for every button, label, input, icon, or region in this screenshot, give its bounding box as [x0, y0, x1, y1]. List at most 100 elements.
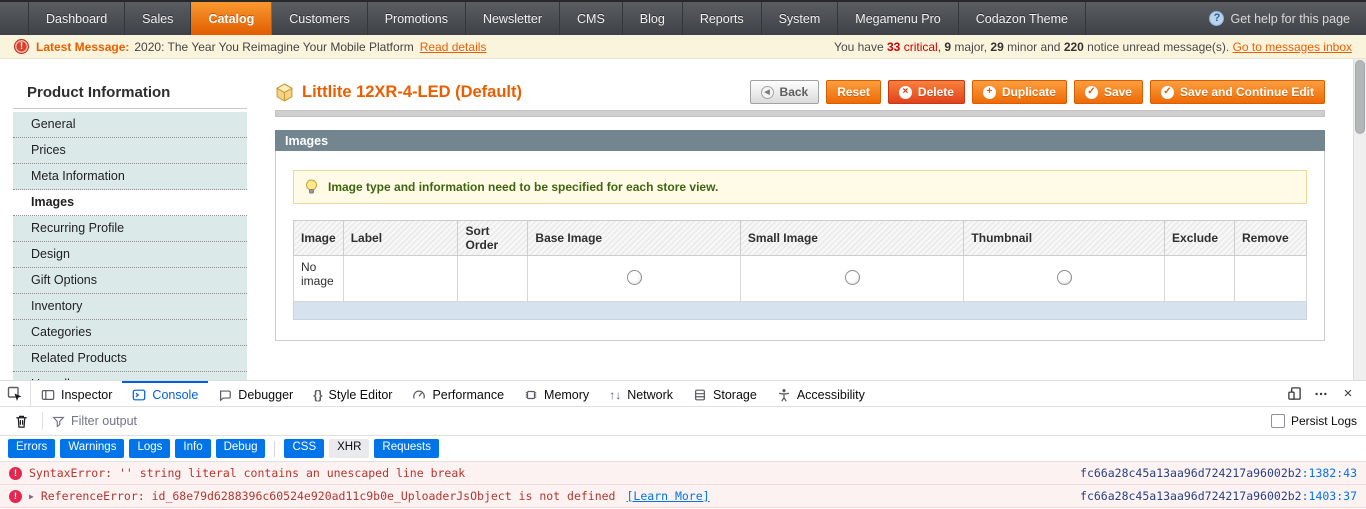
source-location-link[interactable]: fc66a28c45a13aa96d724217a96002b21403:37 — [1080, 489, 1357, 503]
memory-icon — [524, 388, 538, 402]
filter-errors[interactable]: Errors — [8, 439, 56, 458]
tab-label: Storage — [713, 387, 757, 402]
filter-css[interactable]: CSS — [284, 439, 325, 458]
persist-logs-checkbox[interactable] — [1270, 414, 1285, 428]
source-location-link[interactable]: fc66a28c45a13aa96d724217a96002b21382:43 — [1080, 466, 1357, 480]
source-file: fc66a28c45a13aa96d724217a96002b2 — [1080, 466, 1302, 480]
minor-count: 29 — [990, 39, 1004, 54]
filter-debug[interactable]: Debug — [215, 439, 266, 458]
critical-count: 33 — [887, 39, 901, 54]
save-label: Save — [1103, 85, 1132, 99]
filter-warnings[interactable]: Warnings — [60, 439, 125, 458]
tab-network[interactable]: ↑↓ Network — [599, 381, 683, 406]
tab-memory[interactable]: Memory — [514, 381, 599, 406]
sort-order-cell — [457, 255, 529, 302]
nav-megamenu-pro[interactable]: Megamenu Pro — [838, 2, 959, 35]
sidebar-item-prices[interactable]: Prices — [13, 138, 247, 164]
tab-label: Network — [627, 387, 674, 402]
nav-sales[interactable]: Sales — [125, 2, 192, 35]
expand-arrow-icon[interactable]: ▶ — [29, 492, 34, 501]
table-row: No image — [293, 255, 1307, 302]
col-remove: Remove — [1234, 220, 1307, 256]
back-button[interactable]: ◀ Back — [749, 80, 820, 104]
close-devtools-icon[interactable]: × — [1336, 383, 1360, 405]
nav-customers[interactable]: Customers — [272, 2, 368, 35]
critical-word: critical, — [900, 39, 945, 54]
filter-output-input[interactable] — [71, 414, 371, 428]
major-word: major, — [951, 39, 991, 54]
read-details-link[interactable]: Read details — [420, 40, 487, 54]
latest-message-label: Latest Message: — [36, 39, 130, 54]
message-bar: ! Latest Message: 2020: The Year You Rei… — [0, 35, 1366, 59]
source-file: fc66a28c45a13aa96d724217a96002b2 — [1080, 489, 1302, 503]
tab-style-editor[interactable]: {} Style Editor — [303, 381, 402, 406]
save-and-continue-button[interactable]: ✓ Save and Continue Edit — [1149, 80, 1325, 104]
learn-more-link[interactable]: [Learn More] — [627, 489, 710, 503]
sidebar-item-inventory[interactable]: Inventory — [13, 294, 247, 320]
tab-console[interactable]: Console — [122, 381, 209, 406]
remove-cell — [1234, 255, 1307, 302]
reset-button[interactable]: Reset — [826, 80, 881, 104]
lightbulb-icon — [304, 179, 319, 195]
delete-button[interactable]: × Delete — [887, 80, 965, 104]
filter-logs[interactable]: Logs — [129, 439, 171, 458]
vertical-scrollbar[interactable] — [1353, 59, 1366, 380]
sidebar-item-meta-information[interactable]: Meta Information — [13, 164, 247, 190]
nav-system[interactable]: System — [762, 2, 839, 35]
sidebar-item-up-sells[interactable]: Up-sells — [13, 372, 247, 380]
source-position: 1403:37 — [1302, 489, 1357, 503]
col-label: Label — [342, 220, 459, 256]
sidebar-item-images[interactable]: Images — [13, 190, 247, 216]
minor-word: minor and — [1003, 39, 1064, 54]
responsive-mode-icon[interactable] — [1282, 383, 1306, 405]
tab-accessibility[interactable]: Accessibility — [767, 381, 875, 406]
sidebar-item-recurring-profile[interactable]: Recurring Profile — [13, 216, 247, 242]
check-icon: ✓ — [1084, 85, 1098, 99]
toolbar-separator — [42, 412, 43, 430]
tab-storage[interactable]: Storage — [683, 381, 767, 406]
sidebar-title: Product Information — [13, 84, 247, 109]
nav-newsletter[interactable]: Newsletter — [466, 2, 560, 35]
clear-console-icon[interactable] — [9, 410, 33, 432]
nav-reports[interactable]: Reports — [683, 2, 762, 35]
alert-icon: ! — [14, 39, 29, 54]
base-image-radio[interactable] — [626, 269, 642, 285]
tab-inspector[interactable]: Inspector — [31, 381, 122, 406]
scrollbar-thumb[interactable] — [1355, 60, 1365, 134]
filter-info[interactable]: Info — [175, 439, 211, 458]
page-title: Littlite 12XR-4-LED (Default) — [302, 82, 523, 101]
save-button[interactable]: ✓ Save — [1073, 80, 1143, 104]
tab-debugger[interactable]: Debugger — [208, 381, 303, 406]
sidebar-item-design[interactable]: Design — [13, 242, 247, 268]
console-filter-bar: Errors Warnings Logs Info Debug CSS XHR … — [0, 436, 1366, 462]
tab-label: Inspector — [61, 387, 113, 402]
nav-dashboard[interactable]: Dashboard — [28, 2, 126, 35]
nav-promotions[interactable]: Promotions — [368, 2, 466, 35]
duplicate-button[interactable]: + Duplicate — [971, 80, 1067, 104]
meatballs-menu-icon[interactable] — [1309, 383, 1333, 405]
sidebar-item-general[interactable]: General — [13, 112, 247, 138]
sidebar-item-related-products[interactable]: Related Products — [13, 346, 247, 372]
col-base-image: Base Image — [527, 220, 741, 256]
tab-performance[interactable]: Performance — [402, 381, 514, 406]
filter-xhr[interactable]: XHR — [329, 439, 370, 458]
nav-catalog[interactable]: Catalog — [191, 2, 273, 35]
sidebar-item-categories[interactable]: Categories — [13, 320, 247, 346]
messages-inbox-link[interactable]: Go to messages inbox — [1233, 40, 1352, 54]
sidebar-item-gift-options[interactable]: Gift Options — [13, 268, 247, 294]
images-panel-body: Image type and information need to be sp… — [275, 151, 1325, 341]
tab-label: Accessibility — [796, 387, 865, 402]
thumbnail-radio[interactable] — [1056, 269, 1072, 285]
tab-label: Memory — [544, 387, 590, 402]
get-help-link[interactable]: ? Get help for this page — [1209, 2, 1366, 35]
nav-blog[interactable]: Blog — [623, 2, 683, 35]
error-icon: ! — [9, 489, 22, 503]
product-icon — [275, 82, 294, 102]
col-small-image: Small Image — [739, 220, 965, 256]
product-info-sidebar: Product Information General Prices Meta … — [13, 84, 247, 380]
nav-cms[interactable]: CMS — [560, 2, 623, 35]
filter-requests[interactable]: Requests — [374, 439, 440, 458]
small-image-radio[interactable] — [844, 269, 860, 285]
nav-codazon-theme[interactable]: Codazon Theme — [959, 2, 1086, 35]
pick-element-icon[interactable] — [0, 381, 31, 406]
